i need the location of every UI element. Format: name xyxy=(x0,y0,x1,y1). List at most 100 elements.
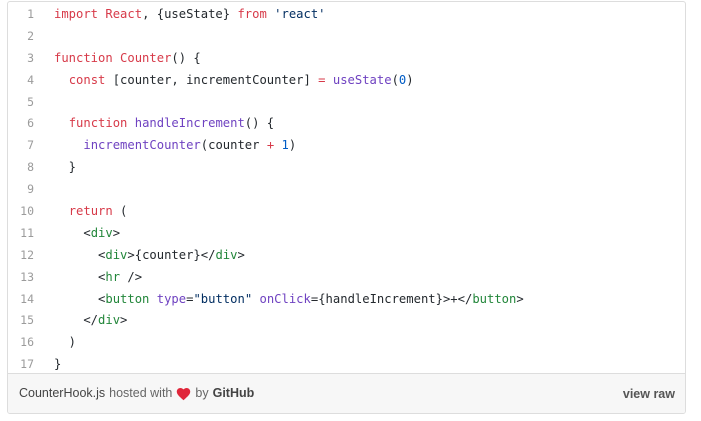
line-number[interactable]: 8 xyxy=(8,157,34,179)
code-token: useState xyxy=(332,72,392,87)
line-number[interactable]: 1 xyxy=(8,4,34,26)
code-token: div xyxy=(90,225,113,240)
line-number[interactable]: 13 xyxy=(8,267,34,289)
code-token: function xyxy=(68,116,128,131)
code-token: /> xyxy=(120,269,143,284)
code-text: incrementCounter(counter + 1) xyxy=(34,135,296,157)
code-token: >+</ xyxy=(442,291,473,306)
code-token: , {useState} xyxy=(142,7,238,21)
code-text: <hr /> xyxy=(34,267,142,289)
code-token: Counter xyxy=(120,50,172,65)
code-token: = xyxy=(318,72,326,87)
code-line: 8 } xyxy=(8,157,685,179)
code-token: ) xyxy=(288,138,297,153)
code-token: > xyxy=(237,247,245,262)
code-line: 10 return ( xyxy=(8,201,685,223)
line-number[interactable]: 15 xyxy=(8,310,34,332)
code-token: return xyxy=(68,204,113,219)
line-number[interactable]: 16 xyxy=(8,332,34,354)
heart-icon xyxy=(176,386,191,401)
code-token: (counter xyxy=(200,138,267,153)
code-token: const xyxy=(68,72,106,87)
code-token: type xyxy=(156,291,187,306)
view-raw-link[interactable]: view raw xyxy=(623,387,675,401)
code-token: hr xyxy=(105,269,121,284)
code-token: div xyxy=(105,247,128,262)
code-token: </ xyxy=(54,313,99,328)
line-number[interactable]: 12 xyxy=(8,245,34,267)
gist-embed: 1 import React, {useState} from 'react' 2 3… xyxy=(7,1,686,414)
code-line: 14 <button type="button" onClick={handle… xyxy=(8,289,685,311)
code-token: [counter, incrementCounter] xyxy=(105,72,319,87)
code-token: handleIncrement xyxy=(134,116,245,131)
code-text: <div>{counter}</div> xyxy=(34,245,245,267)
code-token: import xyxy=(54,7,99,21)
gist-filename-link[interactable]: CounterHook.js xyxy=(19,386,105,400)
code-line: 13 <hr /> xyxy=(8,267,685,289)
code-text: const [counter, incrementCounter] = useS… xyxy=(34,70,414,92)
line-number[interactable]: 2 xyxy=(8,26,34,48)
github-link[interactable]: GitHub xyxy=(213,386,255,400)
code-text: function handleIncrement() { xyxy=(34,113,274,135)
by-text: by xyxy=(195,386,209,401)
code-token: {handleIncrement} xyxy=(318,291,443,306)
code-token: button xyxy=(105,291,150,306)
line-number[interactable]: 5 xyxy=(8,92,34,114)
code-line: 16 ) xyxy=(8,332,685,354)
code-line: 9 xyxy=(8,179,685,201)
code-text: function Counter() { xyxy=(34,48,201,70)
gist-meta-footer: CounterHook.js hosted with by GitHub vie… xyxy=(8,373,685,413)
line-number[interactable]: 10 xyxy=(8,201,34,223)
code-token: onClick xyxy=(259,291,311,306)
code-token: >{counter}</ xyxy=(127,247,216,262)
code-line: 12 <div>{counter}</div> xyxy=(8,245,685,267)
code-token: < xyxy=(83,225,91,240)
code-token: div xyxy=(98,313,121,328)
line-number[interactable]: 3 xyxy=(8,48,34,70)
code-text: <button type="button" onClick={handleInc… xyxy=(34,289,524,311)
code-token: } xyxy=(54,160,77,175)
code-text: } xyxy=(34,157,76,179)
line-number[interactable]: 9 xyxy=(8,179,34,201)
code-token: } xyxy=(54,357,62,372)
code-token: "button" xyxy=(193,291,253,306)
line-number[interactable]: 14 xyxy=(8,289,34,311)
code-text: <div> xyxy=(34,223,120,245)
line-number[interactable]: 7 xyxy=(8,135,34,157)
line-number[interactable]: 4 xyxy=(8,70,34,92)
code-text: return ( xyxy=(34,201,128,223)
code-token: > xyxy=(516,291,524,306)
gist-meta-left: CounterHook.js hosted with by GitHub xyxy=(19,386,254,401)
code-line: 7 incrementCounter(counter + 1) xyxy=(8,135,685,157)
line-number[interactable]: 6 xyxy=(8,113,34,135)
code-token: from xyxy=(237,7,267,21)
code-token: 1 xyxy=(281,138,289,153)
code-line: 11 <div> xyxy=(8,223,685,245)
code-token: button xyxy=(472,291,517,306)
code-token: React xyxy=(98,7,143,21)
code-token: 'react' xyxy=(274,7,326,21)
code-line: 1 import React, {useState} from 'react' xyxy=(8,4,685,26)
code-text: </div> xyxy=(34,310,127,332)
hosted-with-text: hosted with xyxy=(109,386,173,401)
code-token: > xyxy=(120,313,128,328)
code-line: 15 </div> xyxy=(8,310,685,332)
code-token: ) xyxy=(54,335,77,350)
line-number[interactable]: 11 xyxy=(8,223,34,245)
